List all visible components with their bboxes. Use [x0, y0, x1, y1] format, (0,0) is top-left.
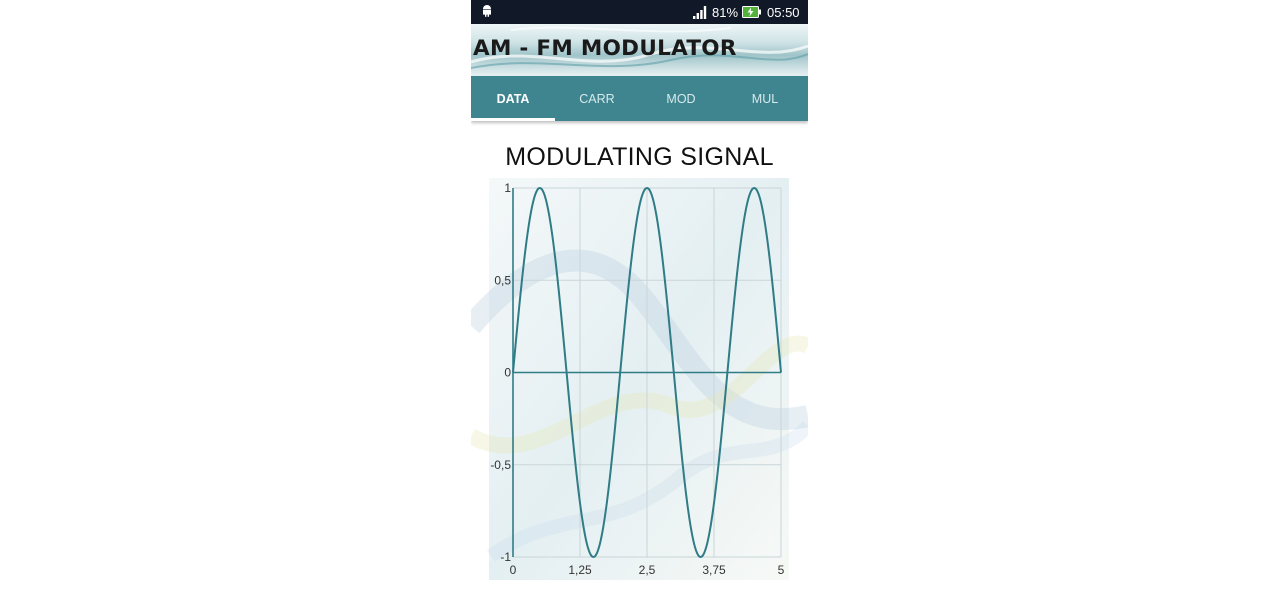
chart-title: MODULATING SIGNAL: [505, 143, 774, 171]
android-icon: [483, 5, 491, 17]
x-tick-label: 1,25: [568, 563, 592, 577]
x-tick-label: 2,5: [639, 563, 656, 577]
battery-charging-icon: [742, 6, 761, 18]
y-tick-label: -1: [500, 550, 511, 564]
chart-area: 0 1,25 2,5 3,75 5 1 0,5 0 -0,5 -1: [471, 176, 808, 586]
sine-chart: 0 1,25 2,5 3,75 5 1 0,5 0 -0,5 -1: [471, 178, 808, 580]
app-banner: AM - FM MODULATOR: [471, 24, 808, 76]
x-tick-label: 0: [510, 563, 517, 577]
tab-carr[interactable]: CARR: [555, 76, 639, 121]
tab-mul[interactable]: MUL: [723, 76, 807, 121]
signal-icon: [693, 6, 707, 19]
tab-mod[interactable]: MOD: [639, 76, 723, 121]
x-tick-label: 3,75: [702, 563, 726, 577]
y-tick-label: -0,5: [490, 458, 511, 472]
tab-bar: DATA CARR MOD MUL: [471, 76, 808, 121]
y-tick-label: 0,5: [494, 273, 511, 287]
status-bar: 81% 05:50: [471, 0, 808, 24]
y-tick-label: 1: [504, 181, 511, 195]
battery-percentage: 81%: [712, 5, 739, 20]
app-title: AM - FM MODULATOR: [473, 36, 737, 61]
tab-data[interactable]: DATA: [471, 76, 555, 121]
phone-screen: 81% 05:50 AM - FM MODULATOR DATA CARR MO…: [471, 0, 808, 600]
clock: 05:50: [767, 5, 800, 20]
y-tick-label: 0: [504, 366, 511, 380]
x-tick-label: 5: [778, 563, 785, 577]
